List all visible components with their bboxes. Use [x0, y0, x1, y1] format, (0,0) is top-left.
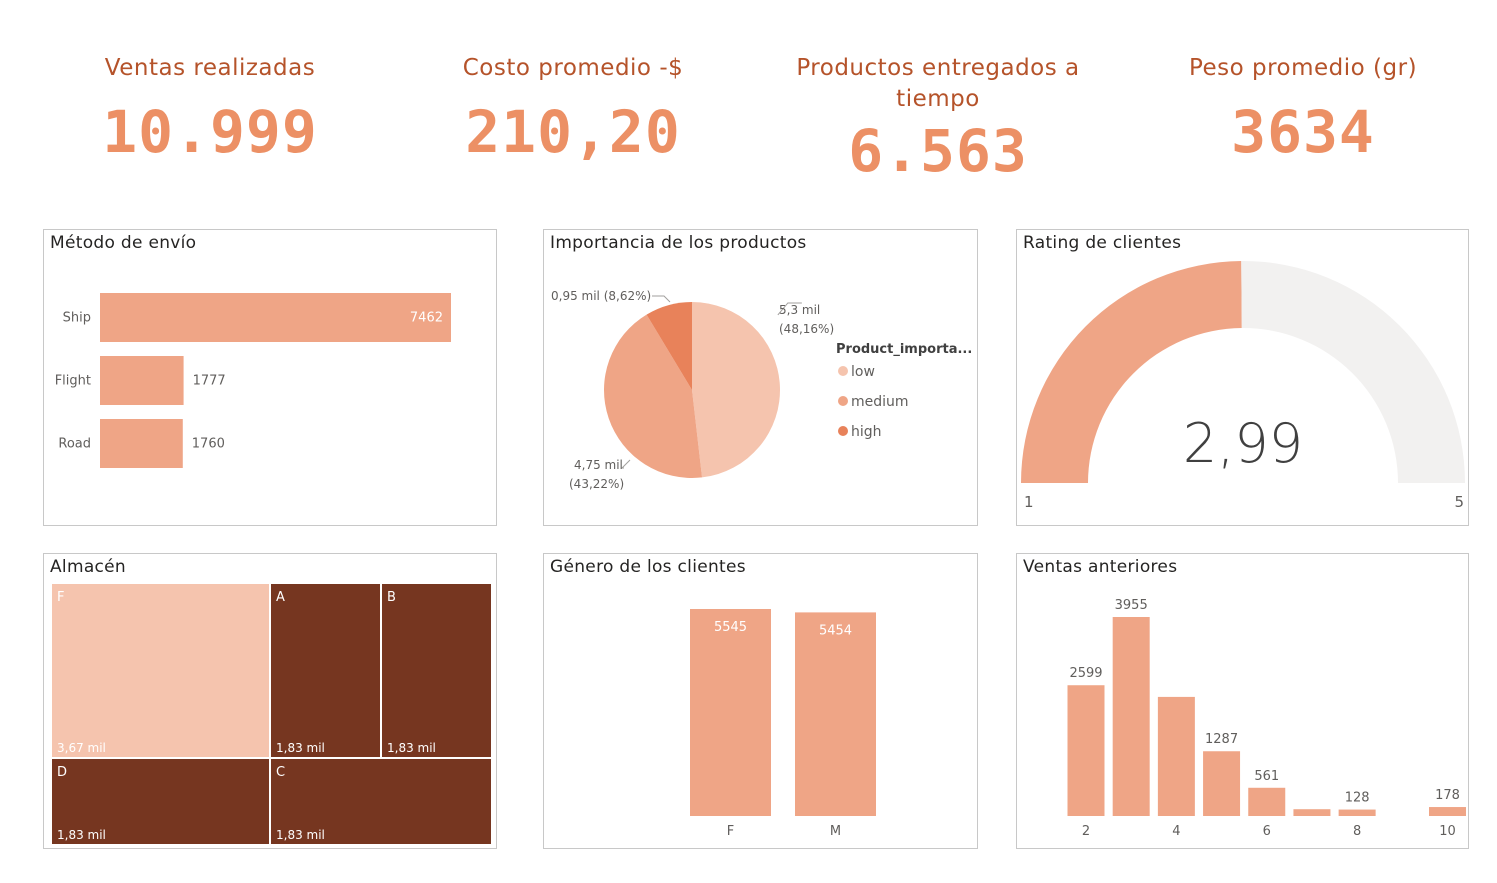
treemap-category-label: B [387, 590, 396, 605]
metodo-envio-chart: Ship 7462 Flight 1777 Road 1760 [55, 293, 451, 468]
bar[interactable] [100, 293, 451, 342]
bar[interactable] [1338, 809, 1376, 816]
treemap-category-label: D [57, 765, 68, 780]
treemap-value-label: 1,83 mil [387, 741, 436, 755]
card-title: Método de envío [50, 233, 197, 253]
kpi-title: Peso promedio (gr) [1188, 55, 1418, 81]
treemap-cell-a[interactable]: A 1,83 mil [270, 583, 381, 758]
card-title: Ventas anteriores [1023, 557, 1178, 577]
treemap-category-label: C [276, 765, 286, 780]
slice-label: 0,95 mil (8,62%) [551, 289, 651, 303]
treemap-cell-c[interactable]: C 1,83 mil [270, 758, 492, 845]
card-title: Importancia de los productos [550, 233, 807, 253]
card-almacen[interactable]: Almacén F 3,67 mil A 1,83 mil B 1,83 mil D 1,83… [43, 553, 497, 849]
legend-label[interactable]: low [851, 364, 875, 380]
legend-marker[interactable] [838, 366, 848, 376]
data-label: 128 [1345, 791, 1370, 806]
data-label: 1287 [1205, 732, 1238, 747]
kpi-ventas-realizadas: Ventas realizadas 10.999 [60, 53, 360, 166]
bar[interactable] [1293, 809, 1331, 816]
slice-label: 5,3 mil [779, 303, 820, 317]
bar[interactable] [1248, 787, 1286, 816]
slice-label: (43,22%) [569, 477, 624, 491]
bar[interactable] [1203, 751, 1241, 816]
card-rating-clientes[interactable]: 2,99 1 5 Rating de clientes [1016, 229, 1469, 526]
pie-slice-low[interactable] [692, 302, 780, 478]
kpi-costo-promedio: Costo promedio -$ 210,20 [423, 53, 723, 166]
data-label: 1777 [193, 374, 226, 389]
legend-label[interactable]: medium [851, 394, 909, 410]
kpi-value: 210,20 [465, 98, 681, 166]
x-tick-label: 8 [1353, 824, 1361, 839]
treemap-category-label: A [276, 590, 285, 605]
legend-label[interactable]: high [851, 424, 882, 440]
kpi-productos-entregados: Productos entregados a tiempo 6.563 [782, 53, 1094, 185]
legend-marker[interactable] [838, 426, 848, 436]
data-label: 2599 [1069, 666, 1102, 681]
bar[interactable] [100, 356, 184, 405]
data-label: 1760 [192, 437, 225, 452]
card-genero-clientes[interactable]: 5545 F 5454 M Género de los clientes [543, 553, 978, 849]
treemap-value-label: 3,67 mil [57, 741, 106, 755]
legend-title: Product_importa... [836, 342, 972, 357]
bar[interactable] [1067, 685, 1105, 816]
card-title: Almacén [50, 557, 127, 577]
data-label: 178 [1435, 788, 1460, 803]
card-ventas-anteriores[interactable]: 2599 3955 1287 561 128 178 2 4 6 8 10 Ventas anter… [1016, 553, 1469, 849]
ventas-anteriores-chart: 2599 3955 1287 561 128 178 2 4 6 8 10 [1067, 598, 1466, 839]
treemap-cell-b[interactable]: B 1,83 mil [381, 583, 492, 758]
treemap-cell-f[interactable]: F 3,67 mil [51, 583, 270, 758]
genero-chart: 5545 F 5454 M [690, 609, 876, 839]
kpi-value: 6.563 [848, 117, 1028, 185]
x-tick-label: 6 [1263, 824, 1271, 839]
data-label: 561 [1254, 769, 1279, 784]
x-tick-label: 4 [1172, 824, 1180, 839]
card-title: Rating de clientes [1023, 233, 1182, 253]
almacen-treemap: F 3,67 mil A 1,83 mil B 1,83 mil D 1,83 mil C 1,8… [51, 583, 492, 845]
card-importancia-productos[interactable]: 5,3 mil (48,16%) 4,75 mil (43,22%) 0,95 mil … [543, 229, 978, 526]
kpi-peso-promedio: Peso promedio (gr) 3634 [1153, 53, 1453, 166]
data-label: 5454 [819, 623, 852, 638]
x-tick-label: M [830, 824, 841, 839]
gauge-min-label: 1 [1024, 493, 1034, 511]
leader-line [652, 295, 671, 303]
kpi-title: Ventas realizadas [104, 55, 316, 81]
data-label: 5545 [714, 620, 747, 635]
bar[interactable] [1157, 696, 1195, 816]
y-tick-label: Flight [55, 374, 91, 389]
legend-marker[interactable] [838, 396, 848, 406]
x-tick-label: 2 [1082, 824, 1090, 839]
bar[interactable] [690, 609, 771, 816]
slice-label: 4,75 mil [574, 458, 623, 472]
data-label: 7462 [410, 311, 443, 326]
kpi-title: Productos entregados a tiempo [796, 55, 1080, 112]
x-tick-label: 10 [1439, 824, 1456, 839]
kpi-title: Costo promedio -$ [462, 55, 684, 81]
bar[interactable] [1429, 807, 1466, 816]
y-tick-label: Road [58, 437, 91, 452]
card-title: Género de los clientes [550, 557, 746, 577]
gauge-value-label: 2,99 [1183, 412, 1303, 475]
leader-line [620, 459, 631, 469]
bar[interactable] [100, 419, 183, 468]
bar[interactable] [1112, 617, 1150, 816]
slice-label: (48,16%) [779, 322, 834, 336]
bar[interactable] [795, 612, 876, 816]
kpi-value: 10.999 [102, 98, 318, 166]
data-label: 3955 [1115, 598, 1148, 613]
treemap-value-label: 1,83 mil [57, 828, 106, 842]
treemap-cell-d[interactable]: D 1,83 mil [51, 758, 270, 845]
gauge-max-label: 5 [1454, 493, 1464, 511]
treemap-value-label: 1,83 mil [276, 741, 325, 755]
rating-gauge: 2,99 1 5 [1021, 261, 1465, 511]
importancia-chart: 5,3 mil (48,16%) 4,75 mil (43,22%) 0,95 mil … [551, 289, 972, 491]
treemap-value-label: 1,83 mil [276, 828, 325, 842]
treemap-category-label: F [57, 590, 65, 605]
card-metodo-envio[interactable]: Ship 7462 Flight 1777 Road 1760 Método de env… [43, 229, 497, 526]
y-tick-label: Ship [63, 311, 91, 326]
x-tick-label: F [727, 824, 734, 839]
kpi-value: 3634 [1231, 98, 1375, 166]
